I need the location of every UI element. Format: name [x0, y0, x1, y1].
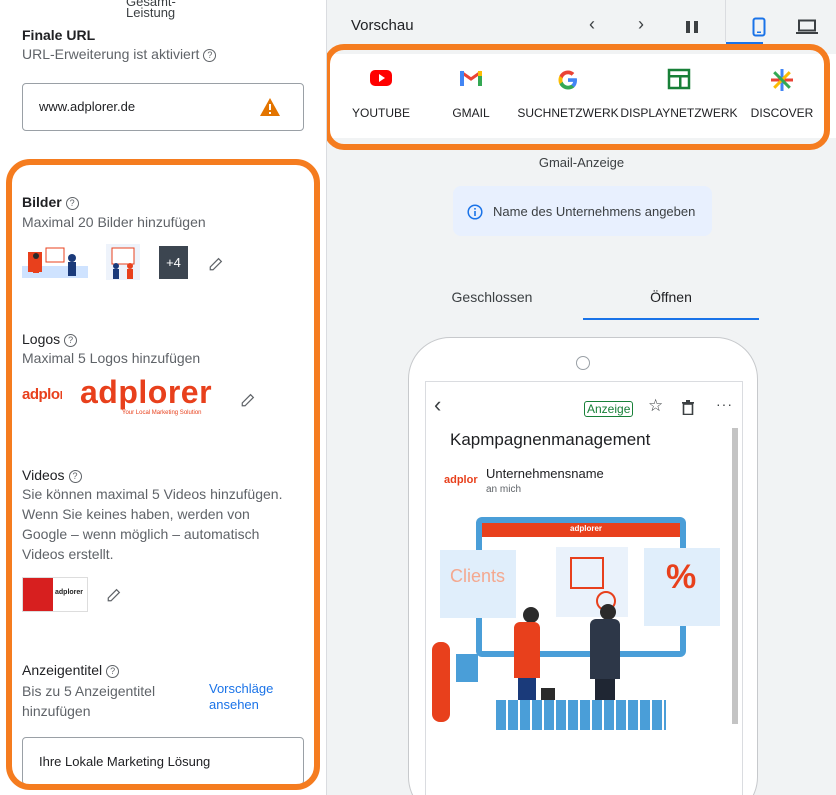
videos-desc-line: Google – wenn möglich – automatisch [22, 526, 260, 542]
suggestions-link-2[interactable]: ansehen [209, 697, 259, 712]
channel-tab[interactable]: DISPLAYNETZWERK [620, 64, 738, 124]
channel-label: DISCOVER [750, 106, 814, 120]
suggestions-link[interactable]: Vorschläge [209, 681, 273, 696]
mobile-device-icon[interactable] [752, 17, 766, 37]
phone-frame: ‹ Anzeige ☆ ··· Kapmpagnenmanagement adp… [408, 337, 758, 795]
headline-input[interactable]: Ihre Lokale Marketing Lösung [22, 737, 304, 785]
person-left [432, 642, 450, 722]
channel-label: YOUTUBE [351, 106, 410, 120]
preview-caption: Gmail-Anzeige [538, 155, 625, 170]
hero-clients-text: Clients [450, 566, 506, 586]
desktop-device-icon[interactable] [796, 19, 818, 35]
final-url-title: Finale URL [22, 27, 96, 43]
preview-panel: Vorschau ‹ › YOUTUBE GMAIL SUCHNETZWERK … [327, 0, 836, 795]
headlines-title: Anzeigentitel? [22, 662, 120, 678]
recipient: an mich [486, 484, 522, 495]
warning-icon [260, 98, 280, 116]
headlines-desc-line: hinzufügen [22, 703, 91, 719]
top-cut-label-2: Leistung [126, 5, 176, 20]
info-icon [467, 204, 483, 220]
logos-title: Logos? [22, 331, 78, 347]
info-text: Name des Unternehmens angeben [493, 204, 696, 219]
final-url-value: www.adplorer.de [39, 99, 136, 114]
phone-screen: ‹ Anzeige ☆ ··· Kapmpagnenmanagement adp… [425, 381, 743, 795]
person-body [514, 622, 540, 678]
help-icon[interactable]: ? [65, 197, 79, 210]
youtube-icon [370, 70, 392, 86]
video-thumb-text: adplorer [55, 589, 84, 596]
help-icon[interactable]: ? [68, 470, 82, 483]
more-images-badge[interactable]: +4 [159, 246, 188, 279]
tab-active-indicator [583, 318, 759, 320]
logo-small[interactable]: adplorer [22, 386, 62, 403]
email-subject: Kapmpagnenmanagement [450, 430, 651, 449]
discover-icon [771, 69, 793, 91]
channel-label: GMAIL [452, 106, 490, 120]
device-active-indicator [726, 42, 763, 45]
info-banner: Name des Unternehmens angeben [453, 186, 712, 236]
chevron-left-icon[interactable]: ‹ [589, 14, 595, 35]
hero-percent-text: % [666, 558, 697, 596]
hero-window-icon [570, 557, 604, 589]
help-icon[interactable]: ? [106, 665, 120, 678]
edit-videos-icon[interactable] [106, 585, 124, 603]
star-icon[interactable]: ☆ [648, 396, 663, 416]
person-body [590, 619, 620, 679]
videos-desc-line: Sie können maximal 5 Videos hinzufügen. [22, 486, 283, 502]
channel-label: SUCHNETZWERK [517, 106, 619, 120]
headline-value: Ihre Lokale Marketing Lösung [39, 754, 211, 769]
left-panel: Gesamt- Leistung Finale URL URL-Erweiter… [0, 0, 327, 795]
channel-tab[interactable]: SUCHNETZWERK [517, 64, 619, 124]
hero-clients-card: Clients [440, 550, 516, 618]
channel-tab[interactable]: DISCOVER [732, 64, 832, 124]
edit-images-icon[interactable] [208, 254, 226, 272]
more-options-icon[interactable]: ··· [716, 396, 733, 412]
final-url-subtitle: URL-Erweiterung ist aktiviert? [22, 46, 217, 62]
columns-icon[interactable] [685, 20, 699, 34]
gmail-icon [460, 70, 482, 86]
edit-logos-icon[interactable] [240, 390, 258, 408]
preview-title: Vorschau [351, 17, 414, 34]
sender-logo: adplor [444, 474, 478, 486]
images-title: Bilder? [22, 194, 79, 210]
display-icon [667, 68, 691, 90]
channel-tab[interactable]: GMAIL [421, 64, 521, 124]
ad-badge: Anzeige [584, 401, 634, 417]
person-head [600, 604, 616, 620]
toolbar-divider [725, 0, 726, 42]
videos-desc-line: Videos erstellt. [22, 546, 114, 562]
image-thumbnail[interactable] [106, 244, 140, 280]
hero-brand: adplorer [570, 524, 603, 533]
hero-keyboard [496, 700, 666, 730]
person-head [523, 607, 539, 623]
video-thumbnail[interactable]: adplorer [22, 577, 88, 612]
logo-tagline: Your Local Marketing Solution [122, 410, 202, 416]
headlines-desc-line: Bis zu 5 Anzeigentitel [22, 683, 156, 699]
logo-large[interactable]: adplorer [80, 374, 212, 411]
delete-icon[interactable] [682, 400, 694, 415]
phone-camera [576, 356, 590, 370]
hero-percent-card: % [644, 548, 720, 626]
help-icon[interactable]: ? [64, 334, 78, 347]
image-thumbnail[interactable] [22, 244, 88, 280]
images-subtitle: Maximal 20 Bilder hinzufügen [22, 214, 206, 230]
shopping-bag [456, 654, 478, 682]
final-url-input[interactable]: www.adplorer.de [22, 83, 304, 131]
back-arrow-icon[interactable]: ‹ [434, 394, 441, 416]
videos-title: Videos? [22, 467, 82, 483]
tab-open[interactable]: Öffnen [583, 289, 759, 305]
channel-tab[interactable]: YOUTUBE [331, 64, 431, 124]
channel-label: DISPLAYNETZWERK [620, 106, 738, 120]
hero-browser-card [556, 547, 628, 617]
logos-subtitle: Maximal 5 Logos hinzufügen [22, 350, 201, 366]
sender-name: Unternehmensname [486, 466, 604, 481]
help-icon[interactable]: ? [203, 49, 217, 62]
google-icon [558, 70, 577, 90]
tab-closed[interactable]: Geschlossen [412, 289, 572, 305]
video-thumb-red [23, 578, 53, 611]
videos-desc-line: Wenn Sie keines haben, werden von [22, 506, 250, 522]
scrollbar[interactable] [732, 428, 738, 724]
chevron-right-icon[interactable]: › [638, 14, 644, 35]
